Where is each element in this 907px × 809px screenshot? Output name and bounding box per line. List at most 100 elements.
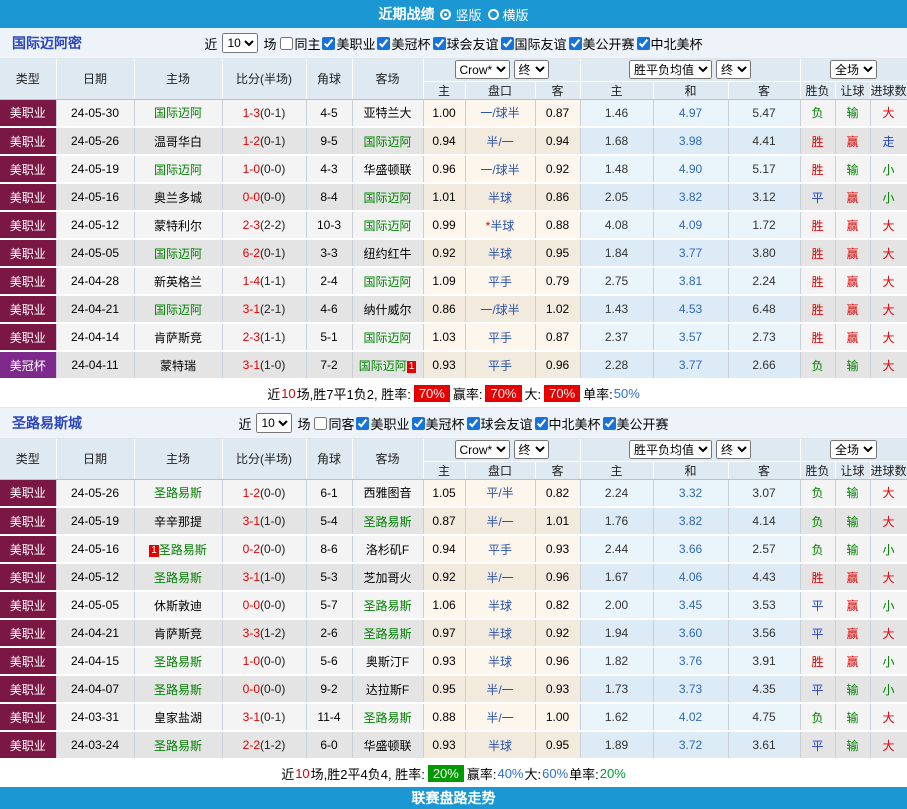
avg-odds-select[interactable]: 胜平负均值 bbox=[629, 440, 712, 459]
away-team-cell[interactable]: 国际迈阿 bbox=[352, 211, 423, 239]
sub-avg-away: 客 bbox=[728, 461, 800, 479]
half-score: (0-0) bbox=[260, 162, 285, 176]
odds-time-select[interactable]: 终 bbox=[514, 60, 549, 79]
avg-odds-select[interactable]: 胜平负均值 bbox=[629, 60, 712, 79]
league-filter-1[interactable]: 美冠杯 bbox=[410, 414, 465, 433]
bookmaker-select[interactable]: Crow* bbox=[455, 440, 510, 459]
league-filter-0-checkbox[interactable] bbox=[356, 417, 369, 430]
full-match-select[interactable]: 全场 bbox=[830, 440, 877, 459]
home-team-cell[interactable]: 国际迈阿 bbox=[134, 155, 222, 183]
avg-home-cell: 2.05 bbox=[580, 183, 653, 211]
same-venue[interactable]: 同主 bbox=[278, 34, 320, 53]
away-team-cell[interactable]: 圣路易斯 bbox=[352, 703, 423, 731]
away-team-cell[interactable]: 国际迈阿 bbox=[352, 267, 423, 295]
away-team-cell[interactable]: 奥斯汀F bbox=[352, 647, 423, 675]
result-goals-cell: 大 bbox=[870, 351, 907, 379]
home-team-cell[interactable]: 1圣路易斯 bbox=[134, 535, 222, 563]
avg-time-select[interactable]: 终 bbox=[716, 440, 751, 459]
league-filter-4-checkbox[interactable] bbox=[603, 417, 616, 430]
home-team-cell[interactable]: 圣路易斯 bbox=[134, 731, 222, 759]
away-team-cell[interactable]: 国际迈阿 bbox=[352, 323, 423, 351]
recent-count-select[interactable]: 10 bbox=[222, 33, 258, 53]
same-venue[interactable]: 同客 bbox=[312, 414, 354, 433]
away-team-cell[interactable]: 圣路易斯 bbox=[352, 507, 423, 535]
full-match-select[interactable]: 全场 bbox=[830, 60, 877, 79]
home-team-cell[interactable]: 肯萨斯竞 bbox=[134, 323, 222, 351]
home-team-cell[interactable]: 圣路易斯 bbox=[134, 647, 222, 675]
league-filter-2[interactable]: 球会友谊 bbox=[465, 414, 533, 433]
same-venue-checkbox[interactable] bbox=[314, 417, 327, 430]
home-team-cell[interactable]: 圣路易斯 bbox=[134, 563, 222, 591]
scope-select-group: 全场 bbox=[800, 439, 907, 461]
recent-count-select[interactable]: 10 bbox=[256, 413, 292, 433]
avg-away-value: 3.12 bbox=[752, 190, 775, 204]
home-team-cell[interactable]: 休斯敦迪 bbox=[134, 591, 222, 619]
league-filter-0-checkbox[interactable] bbox=[322, 37, 335, 50]
layout-radio-vertical[interactable]: 竖版 bbox=[440, 5, 481, 24]
league-filter-3[interactable]: 国际友谊 bbox=[499, 34, 567, 53]
sub-handicap: 盘口 bbox=[465, 461, 535, 479]
home-team-cell[interactable]: 奥兰多城 bbox=[134, 183, 222, 211]
away-team-cell[interactable]: 华盛顿联 bbox=[352, 155, 423, 183]
avg-away-cell: 5.47 bbox=[728, 99, 800, 127]
home-team-cell[interactable]: 肯萨斯竞 bbox=[134, 619, 222, 647]
league-filter-3-checkbox[interactable] bbox=[501, 37, 514, 50]
summary-part: 10 bbox=[295, 766, 309, 781]
date-cell: 24-04-07 bbox=[56, 675, 134, 703]
radio-unselected-icon[interactable] bbox=[488, 9, 499, 20]
league-filter-5-checkbox[interactable] bbox=[637, 37, 650, 50]
radio-selected-icon[interactable] bbox=[440, 9, 451, 20]
away-team-cell[interactable]: 西雅图音 bbox=[352, 479, 423, 507]
league-filter-4[interactable]: 美公开赛 bbox=[601, 414, 669, 433]
team-title[interactable]: 圣路易斯城 bbox=[12, 408, 82, 438]
league-filter-2-checkbox[interactable] bbox=[433, 37, 446, 50]
league-filter-1[interactable]: 美冠杯 bbox=[375, 34, 430, 53]
league-filter-3-checkbox[interactable] bbox=[535, 417, 548, 430]
layout-radio-horizontal[interactable]: 横版 bbox=[488, 5, 529, 24]
home-team-cell[interactable]: 圣路易斯 bbox=[134, 479, 222, 507]
league-filter-2-checkbox[interactable] bbox=[467, 417, 480, 430]
league-filter-1-checkbox[interactable] bbox=[377, 37, 390, 50]
away-team-cell[interactable]: 圣路易斯 bbox=[352, 591, 423, 619]
league-filter-2[interactable]: 球会友谊 bbox=[431, 34, 499, 53]
away-team-cell[interactable]: 达拉斯F bbox=[352, 675, 423, 703]
home-team-cell[interactable]: 皇家盐湖 bbox=[134, 703, 222, 731]
home-team-cell[interactable]: 温哥华白 bbox=[134, 127, 222, 155]
away-team-cell[interactable]: 国际迈阿 bbox=[352, 183, 423, 211]
home-team-cell[interactable]: 国际迈阿 bbox=[134, 239, 222, 267]
away-team-cell[interactable]: 国际迈阿 bbox=[352, 127, 423, 155]
league-filter-1-checkbox[interactable] bbox=[412, 417, 425, 430]
bookmaker-select[interactable]: Crow* bbox=[455, 60, 510, 79]
league-filter-4-checkbox[interactable] bbox=[569, 37, 582, 50]
league-filter-0[interactable]: 美职业 bbox=[354, 414, 409, 433]
half-score: (0-1) bbox=[260, 246, 285, 260]
away-team-cell[interactable]: 纳什威尔 bbox=[352, 295, 423, 323]
away-team-cell[interactable]: 芝加哥火 bbox=[352, 563, 423, 591]
away-team-cell[interactable]: 亚特兰大 bbox=[352, 99, 423, 127]
away-team-cell[interactable]: 华盛顿联 bbox=[352, 731, 423, 759]
league-filter-4[interactable]: 美公开赛 bbox=[567, 34, 635, 53]
half-score: (0-1) bbox=[260, 710, 285, 724]
home-team-cell[interactable]: 圣路易斯 bbox=[134, 675, 222, 703]
home-team-cell[interactable]: 蒙特瑞 bbox=[134, 351, 222, 379]
home-team-cell[interactable]: 国际迈阿 bbox=[134, 295, 222, 323]
same-venue-checkbox[interactable] bbox=[280, 37, 293, 50]
odds-time-select[interactable]: 终 bbox=[514, 440, 549, 459]
home-team-cell[interactable]: 辛辛那提 bbox=[134, 507, 222, 535]
home-team-cell[interactable]: 新英格兰 bbox=[134, 267, 222, 295]
league-filter-3[interactable]: 中北美杯 bbox=[533, 414, 601, 433]
away-team-cell[interactable]: 纽约红牛 bbox=[352, 239, 423, 267]
team-title[interactable]: 国际迈阿密 bbox=[12, 28, 82, 58]
league-filter-5[interactable]: 中北美杯 bbox=[635, 34, 703, 53]
summary-part: 70% bbox=[544, 385, 580, 402]
away-team-cell[interactable]: 国际迈阿1 bbox=[352, 351, 423, 379]
avg-draw-value: 3.76 bbox=[679, 654, 702, 668]
date-cell: 24-05-19 bbox=[56, 507, 134, 535]
league-filter-0[interactable]: 美职业 bbox=[320, 34, 375, 53]
away-team-cell[interactable]: 圣路易斯 bbox=[352, 619, 423, 647]
avg-time-select[interactable]: 终 bbox=[716, 60, 751, 79]
home-team-cell[interactable]: 蒙特利尔 bbox=[134, 211, 222, 239]
away-team-cell[interactable]: 洛杉矶F bbox=[352, 535, 423, 563]
half-score: (1-0) bbox=[260, 570, 285, 584]
home-team-cell[interactable]: 国际迈阿 bbox=[134, 99, 222, 127]
